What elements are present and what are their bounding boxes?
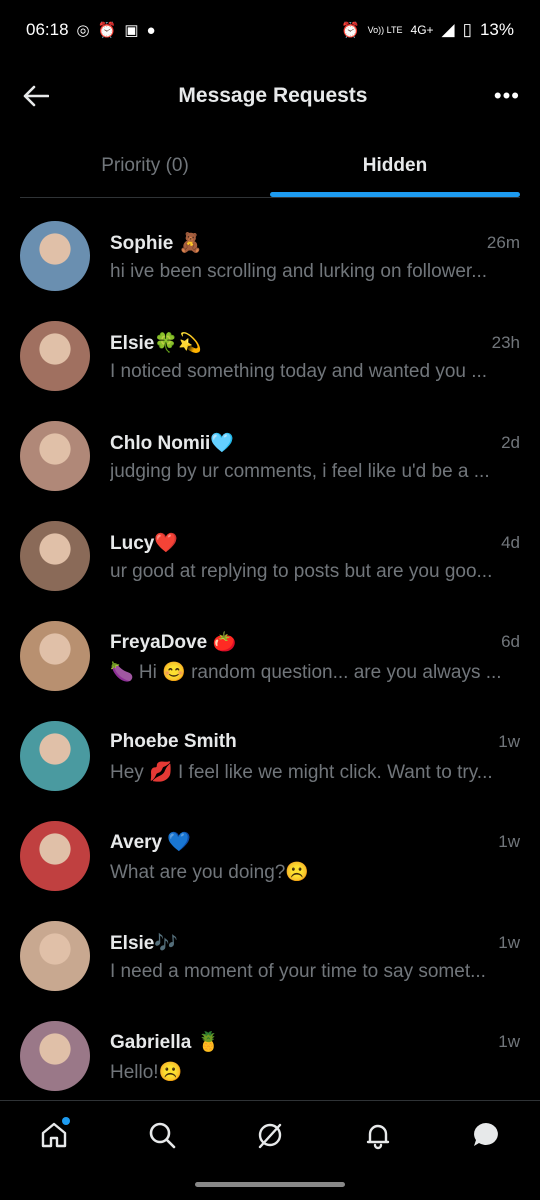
message-request-row[interactable]: Chlo Nomii🩵 2d judging by ur comments, i f…: [0, 406, 540, 506]
alarm-status-icon: ⏰: [340, 22, 360, 39]
message-preview: I need a moment of your time to say some…: [110, 961, 486, 982]
message-preview: Hey 💋 I feel like we might click. Want t…: [110, 762, 493, 783]
header: Message Requests •••: [0, 60, 540, 132]
message-preview: I noticed something today and wanted you…: [110, 361, 488, 382]
page-title: Message Requests: [178, 84, 368, 107]
message-time: 23h: [491, 333, 520, 352]
avatar[interactable]: [20, 821, 90, 891]
sender-name: Lucy❤️: [110, 533, 179, 554]
avatar[interactable]: [20, 521, 90, 591]
message-preview: ur good at replying to posts but are you…: [110, 561, 493, 582]
grok-icon: [258, 1123, 282, 1149]
tab-priority[interactable]: Priority (0): [20, 135, 270, 197]
bell-icon: [366, 1124, 390, 1150]
gesture-bar[interactable]: [195, 1182, 345, 1187]
avatar[interactable]: [20, 321, 90, 391]
linkedin-icon: ▣: [124, 22, 139, 39]
app-notification-icon: ●: [146, 21, 156, 39]
status-bar: 06:18 ◎ ⏰ ▣ ● ⏰ Vo)) LTE 4G+ ◢ ▯ 13%: [0, 0, 540, 60]
nav-messages-button[interactable]: [456, 1105, 516, 1165]
message-request-row[interactable]: Phoebe Smith 1w Hey 💋 I feel like we might…: [0, 706, 540, 806]
sender-name: Chlo Nomii🩵: [110, 433, 234, 454]
message-request-row[interactable]: Elsie🎶 1w I need a moment of your time to …: [0, 906, 540, 1006]
message-request-row[interactable]: Lucy❤️ 4d ur good at replying to posts but…: [0, 506, 540, 606]
message-preview: judging by ur comments, i feel like u'd …: [110, 461, 490, 482]
avatar[interactable]: [20, 421, 90, 491]
sender-name: Sophie 🧸: [110, 233, 203, 254]
messages-icon: [474, 1123, 498, 1146]
back-arrow-icon: [23, 85, 49, 107]
message-time: 1w: [498, 832, 520, 851]
message-meta: Sophie 🧸 26m hi ive been scrolling and lur…: [110, 229, 520, 283]
notification-dot: [62, 1117, 70, 1125]
avatar[interactable]: [20, 721, 90, 791]
sender-name: Elsie🍀💫: [110, 333, 202, 354]
avatar[interactable]: [20, 1021, 90, 1091]
message-meta: Elsie🍀💫 23h I noticed something today and …: [110, 329, 520, 383]
avatar[interactable]: [20, 221, 90, 291]
sender-name: Phoebe Smith: [110, 731, 237, 752]
tab-hidden[interactable]: Hidden: [270, 135, 520, 197]
sender-name: Avery 💙: [110, 832, 192, 853]
message-request-row[interactable]: Avery 💙 1w What are you doing?☹️: [0, 806, 540, 906]
volte-indicator: Vo)) LTE: [367, 24, 403, 35]
message-preview: Hello!☹️: [110, 1062, 183, 1083]
message-time: 2d: [501, 433, 520, 452]
message-time: 1w: [498, 933, 520, 952]
search-icon: [149, 1122, 176, 1149]
network-type: 4G+: [410, 23, 434, 37]
nav-grok-button[interactable]: [240, 1105, 300, 1165]
message-meta: Lucy❤️ 4d ur good at replying to posts but…: [110, 529, 520, 583]
message-time: 6d: [501, 632, 520, 651]
whatsapp-icon: ◎: [76, 22, 90, 39]
signal-icon: ◢: [441, 20, 455, 39]
battery-level: 13%: [479, 20, 514, 39]
status-time: 06:18: [26, 20, 69, 39]
sender-name: Gabriella 🍍: [110, 1032, 221, 1053]
message-meta: Phoebe Smith 1w Hey 💋 I feel like we might…: [110, 728, 520, 784]
message-request-list: Sophie 🧸 26m hi ive been scrolling and lur…: [0, 206, 540, 1106]
message-time: 4d: [501, 533, 520, 552]
sender-name: FreyaDove 🍅: [110, 632, 237, 653]
nav-notifications-button[interactable]: [348, 1105, 408, 1165]
message-request-row[interactable]: Sophie 🧸 26m hi ive been scrolling and lur…: [0, 206, 540, 306]
nav-home-button[interactable]: [24, 1105, 84, 1165]
avatar[interactable]: [20, 621, 90, 691]
message-preview: What are you doing?☹️: [110, 862, 309, 883]
message-preview: hi ive been scrolling and lurking on fol…: [110, 261, 488, 282]
message-meta: Chlo Nomii🩵 2d judging by ur comments, i f…: [110, 429, 520, 483]
avatar[interactable]: [20, 921, 90, 991]
tab-bar: Priority (0) Hidden: [20, 135, 520, 198]
message-time: 1w: [498, 732, 520, 751]
nav-search-button[interactable]: [132, 1105, 192, 1165]
message-time: 26m: [486, 233, 520, 252]
back-button[interactable]: [20, 80, 52, 112]
message-request-row[interactable]: FreyaDove 🍅 6d 🍆 Hi 😊 random question... a…: [0, 606, 540, 706]
more-options-button[interactable]: •••: [494, 83, 520, 109]
more-icon: •••: [493, 83, 520, 108]
message-request-row[interactable]: Gabriella 🍍 1w Hello!☹️: [0, 1006, 540, 1106]
battery-icon: ▯: [462, 20, 472, 39]
alarm-icon: ⏰: [97, 22, 117, 39]
message-meta: Gabriella 🍍 1w Hello!☹️: [110, 1028, 520, 1084]
message-meta: FreyaDove 🍅 6d 🍆 Hi 😊 random question... a…: [110, 628, 520, 684]
message-request-row[interactable]: Elsie🍀💫 23h I noticed something today and …: [0, 306, 540, 406]
sender-name: Elsie🎶: [110, 933, 179, 954]
message-meta: Avery 💙 1w What are you doing?☹️: [110, 828, 520, 884]
message-time: 1w: [498, 1032, 520, 1051]
bottom-navigation: [0, 1100, 540, 1169]
message-preview: 🍆 Hi 😊 random question... are you always…: [110, 662, 502, 683]
message-meta: Elsie🎶 1w I need a moment of your time to …: [110, 929, 520, 983]
